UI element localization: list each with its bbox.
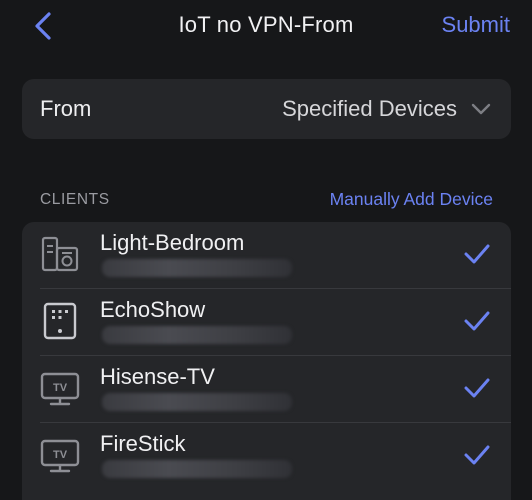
client-name: EchoShow — [100, 297, 206, 322]
from-label: From — [40, 96, 92, 121]
client-name: Light-Bedroom — [100, 230, 245, 255]
smart-display-icon — [43, 302, 77, 340]
tv-icon: TV — [40, 372, 80, 406]
client-name: Hisense-TV — [100, 364, 215, 389]
checkmark-icon — [464, 244, 490, 264]
checkmark-icon — [464, 378, 490, 398]
client-name: FireStick — [100, 431, 186, 456]
from-value: Specified Devices — [282, 96, 457, 121]
from-selector[interactable]: From Specified Devices — [22, 79, 511, 139]
clients-list: Light-Bedroom EchoShow TV Hisense-TV TV … — [22, 222, 511, 500]
submit-button[interactable]: Submit — [442, 12, 510, 38]
redacted-address — [102, 259, 292, 277]
chevron-down-icon — [471, 103, 491, 115]
checkmark-icon — [464, 445, 490, 465]
tv-icon: TV — [40, 439, 80, 473]
redacted-address — [102, 460, 292, 478]
svg-text:TV: TV — [53, 382, 68, 394]
manually-add-device-link[interactable]: Manually Add Device — [330, 189, 493, 210]
list-item[interactable]: TV Hisense-TV — [22, 356, 511, 423]
redacted-address — [102, 393, 292, 411]
checkmark-icon — [464, 311, 490, 331]
redacted-address — [102, 326, 292, 344]
list-item[interactable]: EchoShow — [22, 289, 511, 356]
list-item[interactable]: Light-Bedroom — [22, 222, 511, 289]
smart-plug-icon — [41, 236, 79, 272]
section-label: CLIENTS — [40, 191, 110, 208]
svg-text:TV: TV — [53, 449, 68, 461]
list-item[interactable]: TV FireStick — [22, 423, 511, 490]
nav-bar: IoT no VPN-From Submit — [0, 0, 532, 56]
clients-section-header: CLIENTS Manually Add Device — [22, 189, 493, 211]
